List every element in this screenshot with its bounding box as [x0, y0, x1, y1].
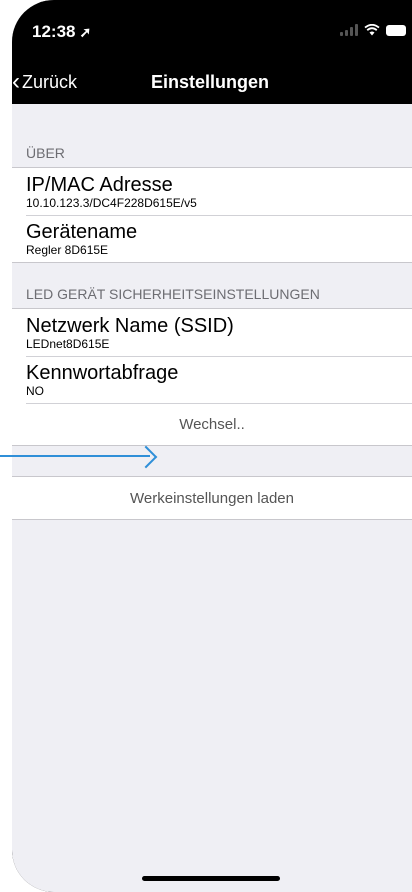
about-group: IP/MAC Adresse 10.10.123.3/DC4F228D615E/… — [12, 168, 412, 263]
row-value: 10.10.123.3/DC4F228D615E/v5 — [26, 196, 197, 210]
section-header-security: LED GERÄT SICHERHEITSEINSTELLUNGEN — [12, 279, 412, 309]
security-group: Netzwerk Name (SSID) LEDnet8D615E Kennwo… — [12, 309, 412, 446]
location-icon: ➚ — [79, 24, 92, 40]
battery-icon — [386, 24, 406, 36]
row-value: NO — [26, 384, 44, 398]
change-button[interactable]: Wechsel.. — [12, 403, 412, 445]
row-title: Kennwortabfrage — [26, 362, 179, 384]
page-title: Einstellungen — [150, 72, 269, 92]
row-value: LEDnet8D615E — [26, 337, 110, 351]
list-item-device-name[interactable]: Gerätename Regler 8D615E — [12, 215, 412, 262]
section-header-about: ÜBER — [12, 138, 412, 168]
time-text: 12:38 — [32, 22, 76, 41]
row-title: Gerätename — [26, 221, 138, 243]
list-item-password-prompt[interactable]: Kennwortabfrage NO — [12, 356, 412, 403]
factory-reset-button[interactable]: Werkeinstellungen laden — [12, 477, 412, 519]
status-time: 12:38 ➚ — [32, 22, 91, 42]
factory-group: Werkeinstellungen laden — [12, 476, 412, 520]
navigation-bar: ‹ Zurück Einstellungen — [12, 64, 412, 104]
list-item-ssid[interactable]: Netzwerk Name (SSID) LEDnet8D615E — [12, 309, 412, 356]
row-title: Netzwerk Name (SSID) — [26, 315, 234, 337]
home-indicator[interactable] — [142, 876, 280, 881]
status-icons — [340, 24, 406, 36]
row-title: IP/MAC Adresse — [26, 174, 173, 196]
annotation-arrow-icon — [0, 445, 160, 469]
row-value: Regler 8D615E — [26, 243, 109, 257]
signal-icon — [340, 24, 358, 36]
wifi-icon — [364, 24, 380, 36]
status-bar: 12:38 ➚ — [12, 0, 412, 64]
list-item-ip-mac: IP/MAC Adresse 10.10.123.3/DC4F228D615E/… — [12, 168, 412, 215]
